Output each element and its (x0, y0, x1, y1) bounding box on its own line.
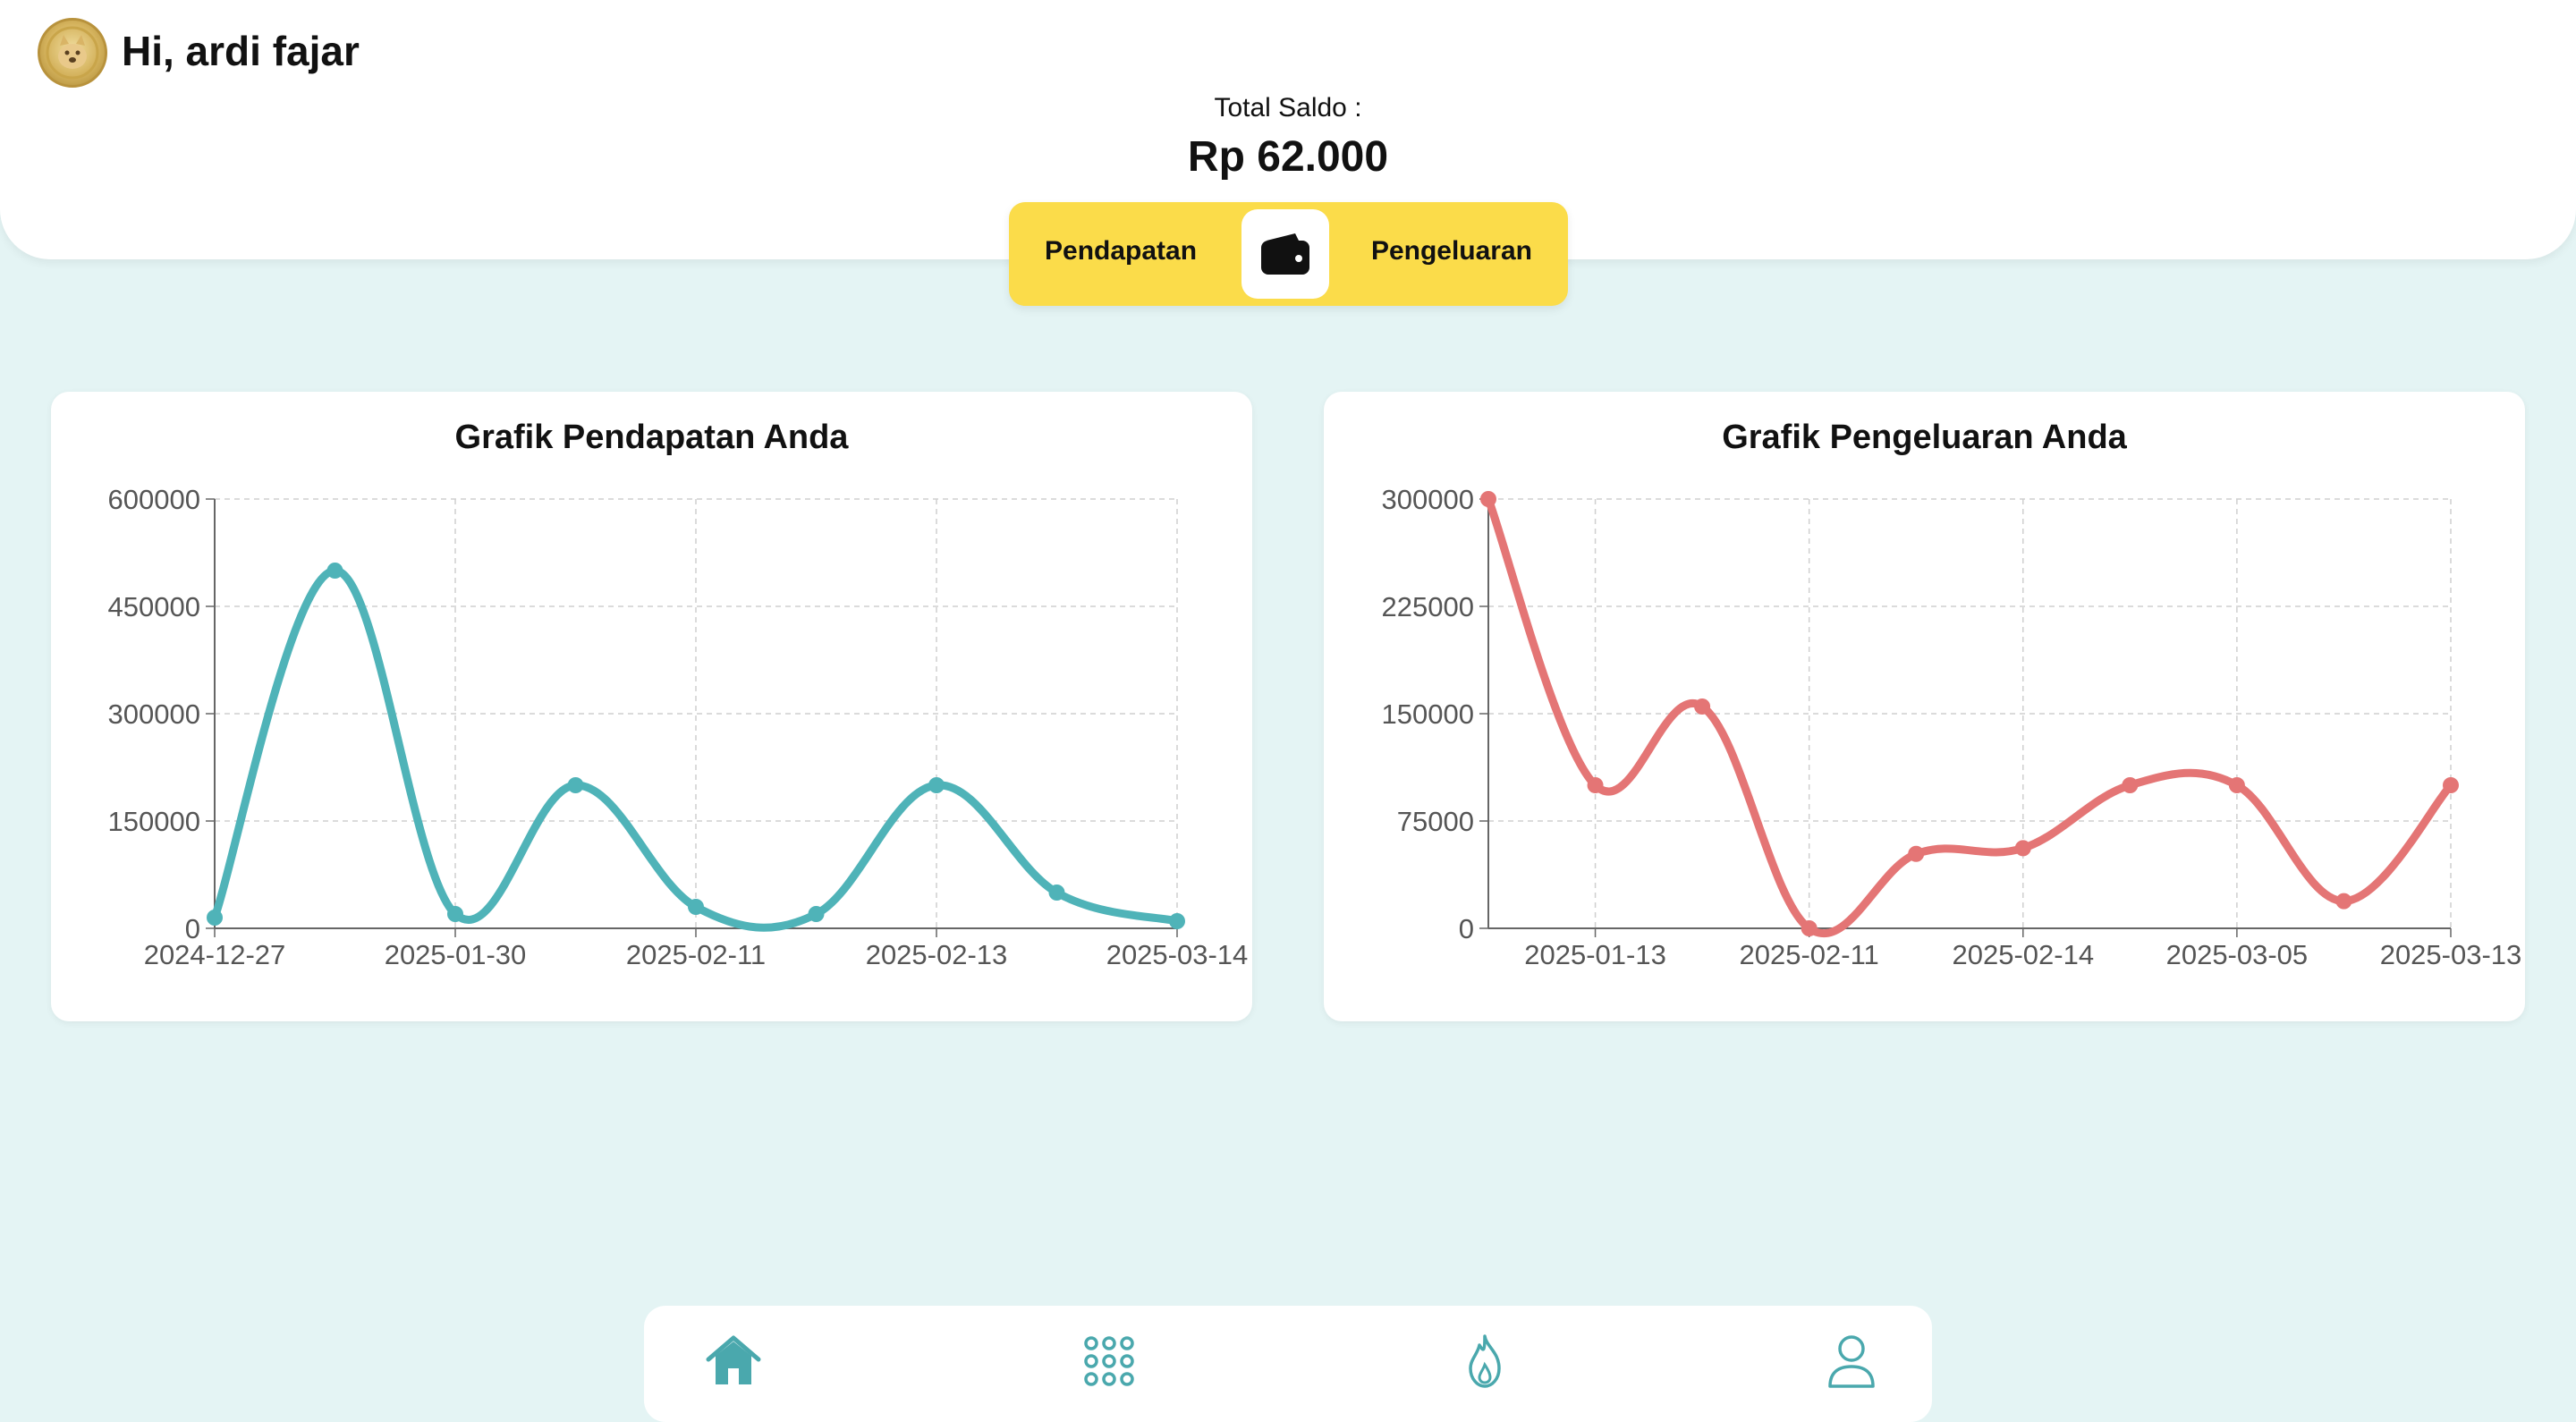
x-tick-label: 2025-03-05 (2166, 939, 2309, 970)
data-point (1801, 920, 1818, 936)
greeting-text: Hi, ardi fajar (122, 28, 360, 74)
nav-profile[interactable] (1816, 1325, 1887, 1397)
data-point (447, 906, 463, 922)
x-tick-label: 2025-02-14 (1952, 939, 2094, 970)
data-point (2443, 777, 2459, 793)
fire-icon (1469, 1334, 1501, 1388)
data-point (928, 777, 945, 793)
grid-icon (1084, 1336, 1134, 1386)
income-chart-card: Grafik Pendapatan Anda 600000 450000 30000… (51, 392, 1252, 1021)
total-saldo-value: Rp 62.000 (1187, 133, 1389, 181)
data-point (688, 899, 704, 915)
data-point (2228, 777, 2245, 793)
y-tick-label: 150000 (1382, 698, 1474, 730)
y-tick-label: 300000 (1382, 484, 1474, 515)
home-icon (706, 1335, 761, 1384)
y-tick-label: 600000 (108, 484, 200, 515)
data-point (1169, 913, 1185, 929)
data-point (2122, 777, 2139, 793)
wallet-button[interactable] (1241, 209, 1329, 299)
y-tick-label: 150000 (108, 806, 200, 837)
x-tick-label: 2025-03-13 (2380, 939, 2522, 970)
x-tick-label: 2025-02-11 (626, 939, 766, 970)
data-point (2014, 840, 2031, 857)
y-tick-label: 300000 (108, 698, 200, 730)
data-point (1694, 698, 1711, 715)
data-point (326, 563, 343, 579)
doge-coin-icon (46, 26, 99, 80)
expense-chart: 300000 225000 150000 75000 0 2025-01-13 2025-0… (1382, 484, 2522, 970)
profile-icon (1828, 1335, 1875, 1388)
y-tick-label: 75000 (1397, 806, 1474, 837)
x-tick-label: 2025-02-11 (1740, 939, 1879, 970)
x-tick-label: 2025-03-14 (1106, 939, 1249, 970)
y-tick-label: 0 (1459, 913, 1474, 944)
nav-home[interactable] (698, 1325, 769, 1397)
y-tick-label: 450000 (108, 591, 200, 622)
wallet-icon (1261, 233, 1309, 275)
x-tick-label: 2024-12-27 (144, 939, 286, 970)
income-expense-toggle: Pendapatan Pengeluaran (1009, 202, 1568, 306)
data-point (207, 910, 223, 926)
total-saldo-label: Total Saldo : (1214, 93, 1362, 123)
y-tick-label: 225000 (1382, 591, 1474, 622)
series-line (1484, 495, 2455, 938)
data-point (567, 777, 584, 793)
data-point (1908, 845, 1925, 862)
data-point (808, 906, 825, 922)
pengeluaran-button[interactable]: Pengeluaran (1371, 236, 1532, 267)
data-point (1048, 885, 1065, 901)
pendapatan-button[interactable]: Pendapatan (1045, 236, 1197, 267)
data-point (1480, 491, 1496, 507)
income-chart: 60000045000030000015000002024-12-27 2025-… (108, 484, 1249, 970)
data-point (2335, 893, 2352, 910)
avatar[interactable] (38, 18, 107, 88)
x-tick-label: 2025-01-13 (1524, 939, 1666, 970)
expense-chart-card: Grafik Pengeluaran Anda 300000 225000 1500… (1324, 392, 2525, 1021)
bottom-navigation (644, 1306, 1932, 1422)
x-tick-label: 2025-02-13 (866, 939, 1008, 970)
x-tick-label: 2025-01-30 (385, 939, 527, 970)
data-point (1587, 777, 1604, 793)
nav-menu[interactable] (1073, 1325, 1145, 1397)
nav-fire[interactable] (1449, 1325, 1521, 1397)
